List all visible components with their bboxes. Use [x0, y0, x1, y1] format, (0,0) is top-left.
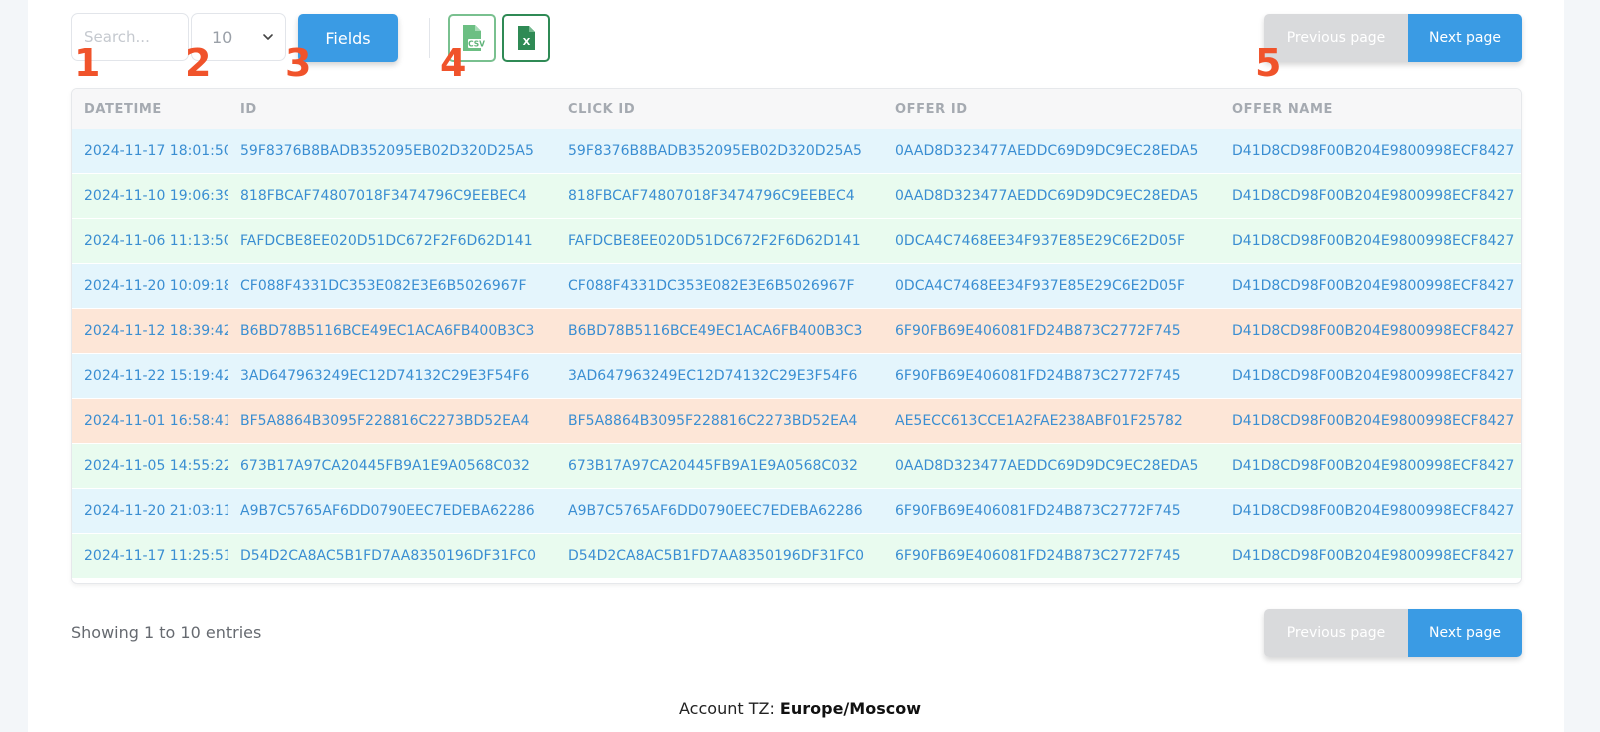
cell-offer-name[interactable]: D41D8CD98F00B204E9800998ECF8427 — [1220, 308, 1521, 354]
cell-id[interactable]: BF5A8864B3095F228816C2273BD52EA4 — [228, 398, 556, 444]
cell-id[interactable]: 3AD647963249EC12D74132C29E3F54F6 — [228, 353, 556, 399]
timezone-label: Account TZ: — [679, 699, 775, 718]
cell-datetime[interactable]: 2024-11-17 18:01:50 — [72, 129, 228, 174]
cell-offer-name[interactable]: D41D8CD98F00B204E9800998ECF8427 — [1220, 263, 1521, 309]
column-header-datetime[interactable]: DATETIME — [72, 89, 228, 129]
pagination-top: Previous page Next page — [1264, 14, 1522, 62]
cell-id[interactable]: D54D2CA8AC5B1FD7AA8350196DF31FC0 — [228, 533, 556, 579]
cell-offer-name[interactable]: D41D8CD98F00B204E9800998ECF8427 — [1220, 218, 1521, 264]
cell-offer-name[interactable]: D41D8CD98F00B204E9800998ECF8427 — [1220, 353, 1521, 399]
next-page-button[interactable]: Next page — [1408, 14, 1522, 62]
cell-offer-id[interactable]: 6F90FB69E406081FD24B873C2772F745 — [883, 353, 1220, 399]
table-row[interactable]: 2024-11-17 18:01:50 59F8376B8BADB352095EB… — [72, 129, 1521, 174]
cell-click-id[interactable]: B6BD78B5116BCE49EC1ACA6FB400B3C3 — [556, 308, 883, 354]
cell-id[interactable]: CF088F4331DC353E082E3E6B5026967F — [228, 263, 556, 309]
csv-icon-label: CSV — [468, 40, 485, 49]
cell-id[interactable]: FAFDCBE8EE020D51DC672F2F6D62D141 — [228, 218, 556, 264]
annotation-marker-2: 2 — [185, 41, 212, 85]
cell-datetime[interactable]: 2024-11-20 21:03:11 — [72, 488, 228, 534]
cell-click-id[interactable]: 59F8376B8BADB352095EB02D320D25A5 — [556, 129, 883, 174]
table-row[interactable]: 2024-11-17 11:25:51 D54D2CA8AC5B1FD7AA835… — [72, 533, 1521, 579]
cell-offer-id[interactable]: 6F90FB69E406081FD24B873C2772F745 — [883, 488, 1220, 534]
annotation-marker-1: 1 — [74, 41, 101, 85]
table-row[interactable]: 2024-11-10 19:06:39 818FBCAF74807018F3474… — [72, 173, 1521, 219]
entries-count-text: Showing 1 to 10 entries — [71, 623, 262, 642]
cell-offer-name[interactable]: D41D8CD98F00B204E9800998ECF8427 — [1220, 533, 1521, 579]
cell-id[interactable]: 818FBCAF74807018F3474796C9EEBEC4 — [228, 173, 556, 219]
table-body: 2024-11-17 18:01:50 59F8376B8BADB352095EB… — [72, 129, 1521, 579]
table-row[interactable]: 2024-11-22 15:19:42 3AD647963249EC12D7413… — [72, 353, 1521, 399]
export-excel-button[interactable]: X — [502, 14, 550, 62]
cell-click-id[interactable]: FAFDCBE8EE020D51DC672F2F6D62D141 — [556, 218, 883, 264]
cell-id[interactable]: A9B7C5765AF6DD0790EEC7EDEBA62286 — [228, 488, 556, 534]
page-size-value: 10 — [212, 28, 233, 47]
next-page-button[interactable]: Next page — [1408, 609, 1522, 657]
cell-datetime[interactable]: 2024-11-17 11:25:51 — [72, 533, 228, 579]
table-header-row: DATETIME ID CLICK ID OFFER ID OFFER NAME — [72, 89, 1521, 129]
table-row[interactable]: 2024-11-20 10:09:18 CF088F4331DC353E082E3… — [72, 263, 1521, 309]
cell-offer-id[interactable]: 0AAD8D323477AEDDC69D9DC9EC28EDA5 — [883, 443, 1220, 489]
cell-offer-id[interactable]: 0DCA4C7468EE34F937E85E29C6E2D05F — [883, 263, 1220, 309]
cell-offer-id[interactable]: 6F90FB69E406081FD24B873C2772F745 — [883, 308, 1220, 354]
cell-offer-name[interactable]: D41D8CD98F00B204E9800998ECF8427 — [1220, 488, 1521, 534]
cell-click-id[interactable]: 3AD647963249EC12D74132C29E3F54F6 — [556, 353, 883, 399]
column-header-id[interactable]: ID — [228, 89, 556, 129]
annotation-marker-5: 5 — [1255, 41, 1282, 85]
cell-datetime[interactable]: 2024-11-12 18:39:42 — [72, 308, 228, 354]
cell-datetime[interactable]: 2024-11-01 16:58:41 — [72, 398, 228, 444]
cell-id[interactable]: 673B17A97CA20445FB9A1E9A0568C032 — [228, 443, 556, 489]
cell-datetime[interactable]: 2024-11-06 11:13:50 — [72, 218, 228, 264]
cell-offer-name[interactable]: D41D8CD98F00B204E9800998ECF8427 — [1220, 443, 1521, 489]
cell-datetime[interactable]: 2024-11-05 14:55:22 — [72, 443, 228, 489]
cell-offer-id[interactable]: 0AAD8D323477AEDDC69D9DC9EC28EDA5 — [883, 129, 1220, 174]
cell-offer-name[interactable]: D41D8CD98F00B204E9800998ECF8427 — [1220, 129, 1521, 174]
cell-id[interactable]: 59F8376B8BADB352095EB02D320D25A5 — [228, 129, 556, 174]
cell-id[interactable]: B6BD78B5116BCE49EC1ACA6FB400B3C3 — [228, 308, 556, 354]
table-row[interactable]: 2024-11-12 18:39:42 B6BD78B5116BCE49EC1AC… — [72, 308, 1521, 354]
previous-page-button[interactable]: Previous page — [1264, 609, 1408, 657]
table-row[interactable]: 2024-11-20 21:03:11 A9B7C5765AF6DD0790EEC… — [72, 488, 1521, 534]
cell-click-id[interactable]: CF088F4331DC353E082E3E6B5026967F — [556, 263, 883, 309]
column-header-click-id[interactable]: CLICK ID — [556, 89, 883, 129]
cell-datetime[interactable]: 2024-11-10 19:06:39 — [72, 173, 228, 219]
cell-click-id[interactable]: 673B17A97CA20445FB9A1E9A0568C032 — [556, 443, 883, 489]
account-timezone: Account TZ: Europe/Moscow — [0, 699, 1600, 718]
annotation-marker-4: 4 — [440, 41, 467, 85]
column-header-offer-id[interactable]: OFFER ID — [883, 89, 1220, 129]
toolbar-divider — [429, 18, 430, 58]
excel-file-icon: X — [518, 26, 535, 50]
chevron-down-icon — [263, 34, 273, 40]
cell-offer-id[interactable]: AE5ECC613CCE1A2FAE238ABF01F25782 — [883, 398, 1220, 444]
cell-offer-id[interactable]: 6F90FB69E406081FD24B873C2772F745 — [883, 533, 1220, 579]
cell-datetime[interactable]: 2024-11-20 10:09:18 — [72, 263, 228, 309]
timezone-value: Europe/Moscow — [779, 699, 921, 718]
cell-click-id[interactable]: A9B7C5765AF6DD0790EEC7EDEBA62286 — [556, 488, 883, 534]
annotation-marker-3: 3 — [285, 41, 312, 85]
previous-page-button[interactable]: Previous page — [1264, 14, 1408, 62]
cell-datetime[interactable]: 2024-11-22 15:19:42 — [72, 353, 228, 399]
data-table: DATETIME ID CLICK ID OFFER ID OFFER NAME… — [72, 89, 1521, 579]
entries-table: DATETIME ID CLICK ID OFFER ID OFFER NAME… — [71, 88, 1522, 584]
cell-click-id[interactable]: D54D2CA8AC5B1FD7AA8350196DF31FC0 — [556, 533, 883, 579]
excel-icon-label: X — [523, 37, 531, 48]
table-row[interactable]: 2024-11-01 16:58:41 BF5A8864B3095F228816C… — [72, 398, 1521, 444]
column-header-offer-name[interactable]: OFFER NAME — [1220, 89, 1521, 129]
cell-click-id[interactable]: BF5A8864B3095F228816C2273BD52EA4 — [556, 398, 883, 444]
fields-button[interactable]: Fields — [298, 14, 398, 62]
cell-offer-name[interactable]: D41D8CD98F00B204E9800998ECF8427 — [1220, 173, 1521, 219]
cell-offer-id[interactable]: 0AAD8D323477AEDDC69D9DC9EC28EDA5 — [883, 173, 1220, 219]
cell-offer-id[interactable]: 0DCA4C7468EE34F937E85E29C6E2D05F — [883, 218, 1220, 264]
table-row[interactable]: 2024-11-06 11:13:50 FAFDCBE8EE020D51DC672… — [72, 218, 1521, 264]
table-row[interactable]: 2024-11-05 14:55:22 673B17A97CA20445FB9A1… — [72, 443, 1521, 489]
pagination-bottom: Previous page Next page — [1264, 609, 1522, 657]
cell-click-id[interactable]: 818FBCAF74807018F3474796C9EEBEC4 — [556, 173, 883, 219]
cell-offer-name[interactable]: D41D8CD98F00B204E9800998ECF8427 — [1220, 398, 1521, 444]
